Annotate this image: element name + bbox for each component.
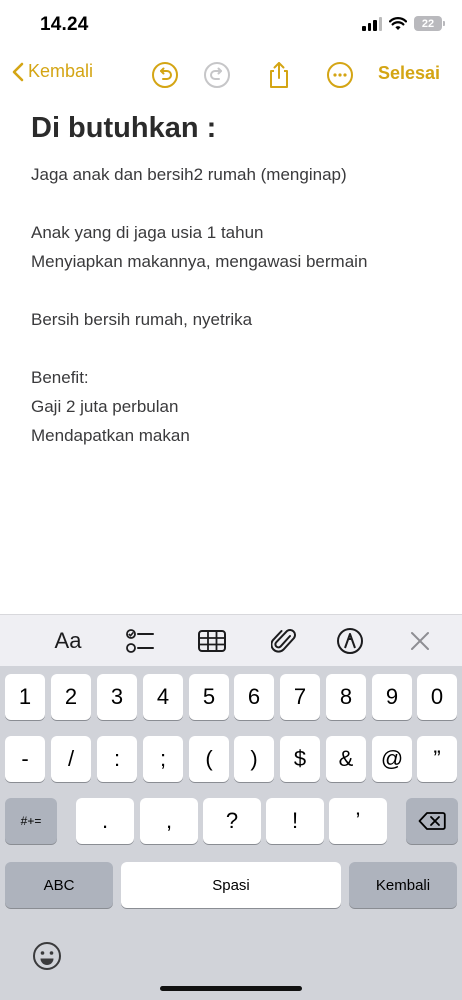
close-toolbar-button[interactable]: [404, 625, 436, 657]
battery-level: 22: [421, 17, 435, 30]
signal-icon: [362, 16, 382, 31]
key-close-paren[interactable]: ): [234, 736, 274, 782]
key-semicolon[interactable]: ;: [143, 736, 183, 782]
checklist-icon: [126, 629, 154, 653]
status-time: 14.24: [40, 14, 89, 35]
key-hyphen[interactable]: -: [5, 736, 45, 782]
note-line: Anak yang di jaga usia 1 tahun: [31, 223, 264, 242]
key-4[interactable]: 4: [143, 674, 183, 720]
more-icon: [327, 62, 353, 88]
wifi-icon: [389, 16, 407, 30]
note-blank-line: [31, 189, 441, 218]
back-button[interactable]: Kembali: [12, 61, 93, 82]
attachment-button[interactable]: [268, 625, 300, 657]
key-comma[interactable]: ,: [140, 798, 198, 844]
share-icon: [270, 62, 288, 88]
close-icon: [411, 632, 429, 650]
note-line: Gaji 2 juta perbulan: [31, 397, 179, 416]
redo-button[interactable]: [202, 60, 232, 90]
note-line: Menyiapkan makannya, mengawasi bermain: [31, 252, 368, 271]
home-indicator: [160, 986, 302, 991]
key-9[interactable]: 9: [372, 674, 412, 720]
key-8[interactable]: 8: [326, 674, 366, 720]
key-exclamation[interactable]: !: [266, 798, 324, 844]
key-5[interactable]: 5: [189, 674, 229, 720]
status-bar: 14.24 22: [0, 0, 462, 52]
key-apostrophe[interactable]: ’: [329, 798, 387, 844]
key-2[interactable]: 2: [51, 674, 91, 720]
key-at[interactable]: @: [372, 736, 412, 782]
keyboard: 1 2 3 4 5 6 7 8 9 0 - / : ; ( ) $ & @ ” …: [0, 666, 462, 1000]
abc-key[interactable]: ABC: [5, 862, 113, 908]
key-colon[interactable]: :: [97, 736, 137, 782]
key-ampersand[interactable]: &: [326, 736, 366, 782]
markup-button[interactable]: [334, 625, 366, 657]
key-open-paren[interactable]: (: [189, 736, 229, 782]
emoji-icon[interactable]: [31, 940, 63, 972]
key-6[interactable]: 6: [234, 674, 274, 720]
note-line: Mendapatkan makan: [31, 426, 190, 445]
share-button[interactable]: [264, 60, 294, 90]
delete-key[interactable]: [406, 798, 458, 844]
undo-icon: [152, 62, 178, 88]
undo-button[interactable]: [150, 60, 180, 90]
note-body[interactable]: Di butuhkan : Jaga anak dan bersih2 ruma…: [31, 108, 441, 450]
note-blank-line: [31, 276, 441, 305]
key-3[interactable]: 3: [97, 674, 137, 720]
battery-icon: 22: [414, 16, 445, 31]
checklist-button[interactable]: [124, 625, 156, 657]
key-question[interactable]: ?: [203, 798, 261, 844]
note-line: Benefit:: [31, 368, 89, 387]
chevron-left-icon: [12, 62, 24, 81]
attachment-icon: [271, 629, 296, 653]
back-label: Kembali: [28, 61, 94, 81]
text-format-button[interactable]: Aa: [50, 625, 86, 657]
status-icons: 22: [362, 16, 445, 31]
space-key[interactable]: Spasi: [121, 862, 341, 908]
return-key[interactable]: Kembali: [349, 862, 457, 908]
key-quote[interactable]: ”: [417, 736, 457, 782]
done-button[interactable]: Selesai: [378, 63, 440, 84]
delete-icon: [418, 812, 446, 830]
key-period[interactable]: .: [76, 798, 134, 844]
redo-icon: [204, 62, 230, 88]
symbols-toggle-key[interactable]: #+=: [5, 798, 57, 844]
note-blank-line: [31, 334, 441, 363]
key-0[interactable]: 0: [417, 674, 457, 720]
nav-bar: Kembali Selesai: [0, 52, 462, 98]
table-button[interactable]: [196, 625, 228, 657]
note-line: Bersih bersih rumah, nyetrika: [31, 310, 253, 329]
note-title: Di butuhkan :: [31, 112, 217, 144]
more-button[interactable]: [325, 60, 355, 90]
format-toolbar: Aa: [0, 614, 462, 666]
key-slash[interactable]: /: [51, 736, 91, 782]
key-1[interactable]: 1: [5, 674, 45, 720]
key-7[interactable]: 7: [280, 674, 320, 720]
note-line: Jaga anak dan bersih2 rumah (menginap): [31, 165, 347, 184]
markup-icon: [337, 628, 363, 654]
key-dollar[interactable]: $: [280, 736, 320, 782]
table-icon: [198, 630, 226, 652]
